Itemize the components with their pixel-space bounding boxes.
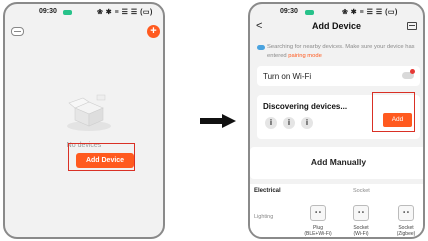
status-time: 09:30 (280, 8, 298, 15)
pairing-mode-link[interactable]: pairing mode (288, 53, 322, 59)
product-label: Socket (Wi-Fi) (341, 225, 381, 237)
page-title: Add Device (311, 21, 362, 31)
alert-dot-icon (410, 69, 415, 74)
category-electrical[interactable]: Electrical (254, 188, 281, 194)
product-label: Socket (Zigbee) (386, 225, 423, 237)
add-plus-icon[interactable]: + (147, 25, 160, 38)
socket-icon[interactable]: • • (398, 205, 414, 221)
highlight-box (68, 143, 135, 171)
status-icons: ❀ ✱ ≡ ☰ ☰ (▭) (97, 9, 153, 16)
product-type: (BLE+Wi-Fi) (304, 231, 332, 237)
category-area: Electrical Socket Lighting • • Plug (BLE… (250, 184, 423, 237)
discovering-label: Discovering devices... (263, 102, 348, 111)
add-manually-label: Add Manually (310, 157, 367, 167)
wifi-toggle[interactable] (402, 69, 415, 79)
status-bar: 09:30 ❀ ✱ ≡ ☰ ☰ (▭) (5, 7, 163, 19)
wifi-card[interactable]: Turn on Wi-Fi (257, 66, 420, 86)
cloud-icon (257, 45, 265, 50)
arrow-right-icon (200, 114, 236, 128)
status-indicator-icon (63, 10, 72, 15)
status-icons: ❀ ✱ ≡ ☰ ☰ (▭) (342, 9, 398, 16)
wifi-label: Turn on Wi-Fi (263, 72, 312, 81)
category-lighting[interactable]: Lighting (254, 214, 273, 220)
status-indicator-icon (305, 10, 314, 15)
product-type: (Zigbee) (396, 231, 416, 237)
product-label: Plug (BLE+Wi-Fi) (298, 225, 338, 237)
phone-home-screen: 09:30 ❀ ✱ ≡ ☰ ☰ (▭) + No devices Add Dev… (3, 2, 165, 239)
device-placeholder-icon: i (265, 117, 277, 129)
socket-icon[interactable]: • • (353, 205, 369, 221)
header: < Add Device (250, 18, 423, 38)
plug-icon[interactable]: • • (310, 205, 326, 221)
add-manually-card[interactable]: Add Manually (250, 147, 423, 179)
highlight-box (372, 92, 415, 132)
product-type: (Wi-Fi) (353, 231, 369, 237)
device-menu-icon[interactable] (11, 27, 24, 36)
device-placeholder-icon: i (283, 117, 295, 129)
search-notice: Searching for nearby devices. Make sure … (267, 43, 417, 61)
category-socket-header: Socket (353, 188, 370, 194)
empty-box-illustration (67, 94, 111, 131)
device-placeholder-icon: i (301, 117, 313, 129)
scan-icon[interactable] (407, 22, 417, 30)
status-time: 09:30 (39, 8, 57, 15)
